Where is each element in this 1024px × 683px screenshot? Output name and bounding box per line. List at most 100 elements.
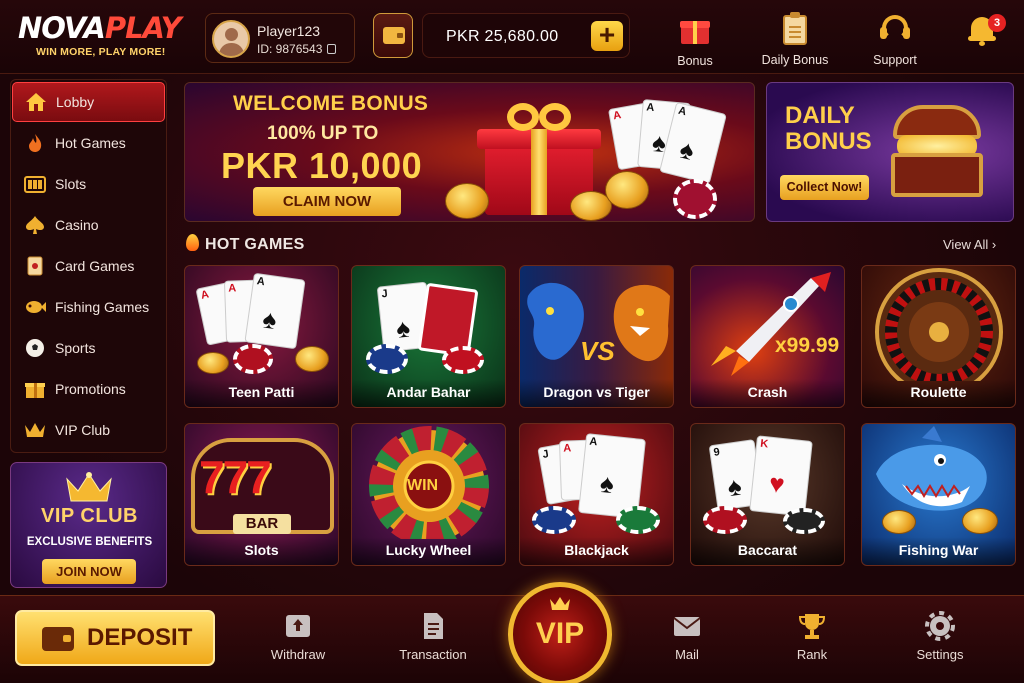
sidebar-item-label: Hot Games (55, 135, 126, 151)
brand-logo[interactable]: NOVAPLAY WIN MORE, PLAY MORE! (18, 12, 196, 58)
claim-now-button[interactable]: CLAIM NOW (253, 187, 401, 216)
game-title: Baccarat (691, 537, 844, 565)
game-art (862, 266, 1015, 396)
poker-chip (673, 179, 717, 219)
nav-rank[interactable]: Rank (792, 611, 832, 662)
sidebar-item-label: Casino (55, 217, 99, 233)
game-art: VS (520, 266, 673, 381)
sidebar-item-label: Sports (55, 340, 96, 356)
game-title: Lucky Wheel (352, 537, 505, 565)
balance-display: PKR 25,680.00 + (422, 13, 630, 58)
card-icon (24, 256, 46, 276)
sidebar-item-promotions[interactable]: Promotions (11, 369, 168, 409)
game-tile-dragon-vs-tiger[interactable]: VS Dragon vs Tiger (519, 265, 674, 408)
vip-button[interactable]: VIP (508, 582, 612, 683)
sidebar-item-label: Promotions (55, 381, 126, 397)
game-title: Fishing War (862, 537, 1015, 565)
game-tile-slots[interactable]: 777 BAR Slots (184, 423, 339, 566)
headset-icon (880, 15, 910, 45)
casino-lobby-app: NOVAPLAY WIN MORE, PLAY MORE! Player123 … (0, 0, 1024, 683)
player-profile[interactable]: Player123 ID: 9876543 (205, 13, 355, 63)
add-funds-button[interactable]: + (591, 21, 623, 51)
sidebar-item-lobby[interactable]: Lobby (12, 82, 165, 122)
daily-bonus-label: Daily Bonus (761, 53, 829, 67)
game-art: A A A ♠ (185, 266, 338, 381)
logo-wordmark: NOVAPLAY (18, 11, 182, 45)
support-label: Support (873, 53, 917, 67)
sidebar-item-slots[interactable]: Slots (11, 164, 168, 204)
nav-transaction[interactable]: Transaction (395, 611, 471, 662)
game-tile-andar-bahar[interactable]: J ♠ Andar Bahar (351, 265, 506, 408)
treasure-chest-illustration (887, 105, 987, 205)
sidebar-item-label: Slots (55, 176, 87, 192)
avatar (212, 20, 250, 58)
sidebar-item-hot-games[interactable]: Hot Games (11, 123, 168, 163)
vip-card-subtitle: EXCLUSIVE BENEFITS (26, 536, 153, 548)
game-tile-roulette[interactable]: Roulette (861, 265, 1016, 408)
game-title: Roulette (862, 379, 1015, 407)
nav-label: Transaction (399, 647, 467, 662)
game-tile-blackjack[interactable]: J A A ♠ Blackjack (519, 423, 674, 566)
document-icon (418, 611, 448, 641)
game-art: WIN (352, 424, 505, 546)
game-tile-lucky-wheel[interactable]: WIN Lucky Wheel (351, 423, 506, 566)
nav-withdraw[interactable]: Withdraw (268, 611, 328, 662)
game-art (862, 424, 1015, 539)
sidebar-item-casino[interactable]: Casino (11, 205, 168, 245)
logo-tagline: WIN MORE, PLAY MORE! (36, 46, 166, 58)
flame-icon (24, 133, 46, 153)
wallet-button[interactable] (373, 13, 413, 58)
spade-icon (24, 215, 46, 235)
notification-badge: 3 (988, 14, 1006, 32)
nav-mail[interactable]: Mail (668, 611, 706, 662)
game-tile-crash[interactable]: x99.99 Crash (690, 265, 845, 408)
banner-subline: 100% UP TO (267, 123, 379, 144)
sidebar-item-fishing-games[interactable]: Fishing Games (11, 287, 168, 327)
game-tile-baccarat[interactable]: 9 ♠ K ♥ Baccarat (690, 423, 845, 566)
game-tile-teen-patti[interactable]: A A A ♠ Teen Patti (184, 265, 339, 408)
support-button[interactable]: Support (868, 13, 922, 67)
game-title: Blackjack (520, 537, 673, 565)
daily-bonus-button[interactable]: Daily Bonus (757, 12, 833, 67)
withdraw-icon (283, 611, 313, 641)
sidebar-item-vip-club[interactable]: VIP Club (11, 410, 168, 450)
sidebar-item-label: Lobby (56, 94, 95, 110)
sidebar-item-sports[interactable]: Sports (11, 328, 168, 368)
welcome-bonus-banner[interactable]: WELCOME BONUS 100% UP TO PKR 10,000 CLAI… (184, 82, 755, 222)
wallet-icon (383, 27, 405, 44)
crown-icon (24, 420, 46, 440)
deposit-button[interactable]: DEPOSIT (15, 610, 215, 666)
game-title: Teen Patti (185, 379, 338, 407)
top-header: NOVAPLAY WIN MORE, PLAY MORE! Player123 … (0, 0, 1024, 74)
sidebar-nav: Lobby Hot Games Slots Casino Card Games … (10, 79, 167, 453)
game-art: x99.99 (691, 266, 844, 381)
bottom-nav-bar: DEPOSIT Withdraw Transaction VIP Mail Ra… (0, 582, 1024, 683)
game-art: 9 ♠ K ♥ (691, 424, 844, 539)
view-all-link[interactable]: View All › (943, 237, 996, 252)
vip-club-card[interactable]: VIP CLUB EXCLUSIVE BENEFITS JOIN NOW (10, 462, 167, 588)
collect-now-button[interactable]: Collect Now! (780, 175, 869, 200)
vip-card-title: VIP CLUB (41, 505, 138, 527)
trophy-icon (797, 611, 827, 641)
player-id: ID: 9876543 (257, 42, 337, 56)
clipboard-icon (783, 12, 807, 45)
nav-settings[interactable]: Settings (910, 611, 970, 662)
game-tile-fishing-war[interactable]: Fishing War (861, 423, 1016, 566)
bonus-button[interactable]: Bonus (672, 13, 718, 68)
mail-icon (672, 611, 702, 641)
gift-icon (680, 16, 710, 44)
daily-bonus-banner[interactable]: DAILY BONUS Collect Now! (766, 82, 1014, 222)
game-title: Andar Bahar (352, 379, 505, 407)
copy-icon[interactable] (327, 44, 337, 54)
game-art: J A A ♠ (520, 424, 673, 539)
sidebar-item-card-games[interactable]: Card Games (11, 246, 168, 286)
flame-icon (186, 234, 199, 251)
slot-icon (24, 174, 46, 194)
nav-label: Rank (796, 647, 828, 662)
wallet-icon (42, 627, 74, 651)
nav-label: Settings (916, 647, 964, 662)
banner-amount: PKR 10,000 (221, 145, 423, 186)
game-art: 777 BAR (185, 424, 338, 539)
join-now-button[interactable]: JOIN NOW (42, 559, 136, 584)
coin (445, 183, 489, 219)
